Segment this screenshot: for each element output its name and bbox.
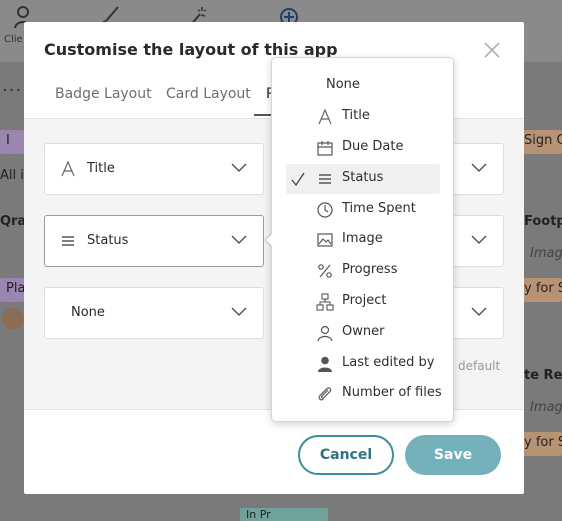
option-label: Time Spent — [342, 201, 416, 216]
bg-text: Imag — [530, 246, 562, 261]
chevron-down-icon — [471, 163, 487, 173]
hierarchy-icon — [316, 293, 334, 311]
menu-option-last-edited-by[interactable]: Last edited by — [286, 349, 440, 379]
cancel-button[interactable]: Cancel — [298, 435, 394, 475]
menu-caret-inner — [266, 233, 273, 247]
bg-chip: I — [0, 130, 24, 154]
menu-option-time-spent[interactable]: Time Spent — [286, 195, 440, 225]
percent-icon — [318, 264, 332, 278]
option-label: Image — [342, 231, 383, 246]
checkmark-icon — [291, 172, 305, 187]
clock-icon — [317, 202, 333, 218]
person-outline-icon — [317, 325, 333, 342]
menu-option-title[interactable]: Title — [286, 102, 440, 132]
tab-badge-layout[interactable]: Badge Layout — [55, 86, 152, 102]
close-icon — [484, 42, 500, 58]
select-value: Title — [87, 161, 115, 176]
title-text-icon — [61, 160, 75, 177]
more-dots-icon: ··· — [2, 80, 23, 101]
chevron-down-icon — [231, 163, 247, 173]
menu-option-image[interactable]: Image — [286, 225, 440, 255]
calendar-icon — [317, 141, 333, 156]
bg-chip: y for Si — [518, 432, 562, 456]
field-select-title[interactable]: Title — [44, 143, 264, 195]
menu-option-progress[interactable]: Progress — [286, 256, 440, 286]
option-label: Number of files — [342, 385, 442, 400]
person-filled-icon — [318, 356, 332, 372]
bg-chip: y for Si — [518, 278, 562, 302]
select-value: None — [71, 305, 105, 320]
option-label: Progress — [342, 262, 398, 277]
field-select-status[interactable]: Status — [44, 215, 264, 267]
save-button[interactable]: Save — [405, 435, 501, 475]
option-label: Due Date — [342, 139, 404, 154]
menu-option-due-date[interactable]: Due Date — [286, 133, 440, 163]
title-text-icon — [318, 108, 332, 125]
select-value: Status — [87, 233, 129, 248]
avatar — [2, 308, 24, 330]
close-button[interactable] — [482, 40, 502, 60]
chevron-down-icon — [231, 307, 247, 317]
chevron-down-icon — [471, 307, 487, 317]
status-lines-icon — [319, 174, 331, 184]
menu-option-none[interactable]: None — [286, 71, 440, 101]
menu-option-owner[interactable]: Owner — [286, 318, 440, 348]
option-label: Project — [342, 293, 387, 308]
bg-text: Qra — [0, 214, 27, 229]
menu-option-status[interactable]: Status — [286, 164, 440, 194]
bg-chip: Sign O — [518, 130, 562, 154]
option-label: None — [326, 77, 360, 92]
option-label: Title — [342, 108, 370, 123]
status-lines-icon — [62, 236, 74, 246]
chevron-down-icon — [471, 235, 487, 245]
bg-text: Footp — [524, 214, 562, 229]
option-label: Owner — [342, 324, 385, 339]
menu-option-number-of-files[interactable]: Number of files — [286, 379, 442, 409]
menu-option-project[interactable]: Project — [286, 287, 440, 317]
paperclip-icon — [318, 387, 332, 401]
field-options-menu: None Title Due Date Status Time Spent Im… — [271, 57, 454, 422]
toolbar-label: Clie — [4, 34, 23, 45]
bg-chip: Pla — [0, 278, 24, 302]
option-label: Status — [342, 170, 384, 185]
field-select-none[interactable]: None — [44, 287, 264, 339]
chevron-down-icon — [231, 235, 247, 245]
bg-text: te Red — [524, 368, 562, 383]
image-icon — [317, 233, 333, 247]
bg-text: Imag — [530, 400, 562, 415]
tab-card-layout[interactable]: Card Layout — [166, 86, 251, 102]
reset-default-link[interactable]: default — [458, 359, 500, 373]
option-label: Last edited by — [342, 355, 435, 370]
bg-chip: In Pr — [240, 508, 328, 521]
